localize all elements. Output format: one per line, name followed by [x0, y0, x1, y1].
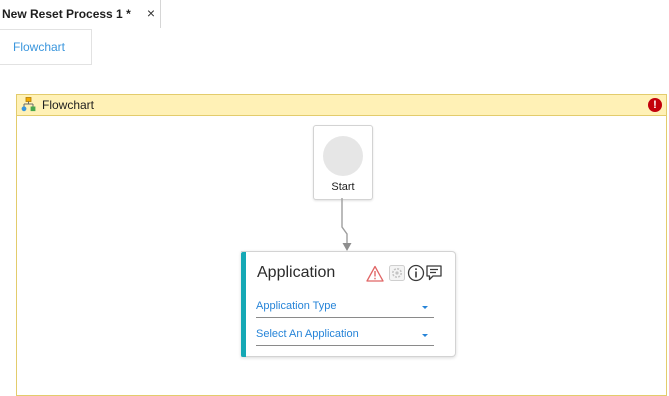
chevron-down-icon: [422, 306, 428, 309]
activity-title: Application: [257, 264, 336, 281]
error-icon[interactable]: !: [648, 98, 662, 112]
breadcrumb: Flowchart: [0, 29, 92, 65]
start-circle-icon: [323, 136, 363, 176]
chevron-down-icon: [422, 334, 428, 337]
tab-bar: New Reset Process 1 * ×: [0, 0, 669, 28]
activity-accent-stripe: [241, 252, 246, 357]
tab-title: New Reset Process 1 *: [2, 7, 131, 21]
application-activity[interactable]: Application Application Type Select An A…: [241, 251, 456, 357]
close-icon[interactable]: ×: [145, 6, 157, 20]
select-application-value: Select An Application: [256, 328, 359, 340]
application-type-dropdown[interactable]: Application Type: [256, 299, 434, 318]
comment-icon[interactable]: [425, 264, 443, 282]
select-application-dropdown[interactable]: Select An Application: [256, 327, 434, 346]
flowchart-title: Flowchart: [42, 98, 95, 112]
settings-icon[interactable]: [388, 264, 406, 282]
application-type-value: Application Type: [256, 300, 337, 312]
start-node[interactable]: Start: [313, 125, 373, 200]
breadcrumb-flowchart-link[interactable]: Flowchart: [13, 40, 65, 54]
flowchart-icon: [21, 97, 36, 112]
flowchart-header: Flowchart !: [17, 95, 666, 116]
warning-icon[interactable]: [366, 265, 384, 283]
tab-new-reset-process[interactable]: New Reset Process 1 * ×: [0, 0, 161, 28]
info-icon[interactable]: [407, 264, 425, 282]
start-label: Start: [331, 181, 355, 193]
connector-arrow: [341, 198, 352, 251]
